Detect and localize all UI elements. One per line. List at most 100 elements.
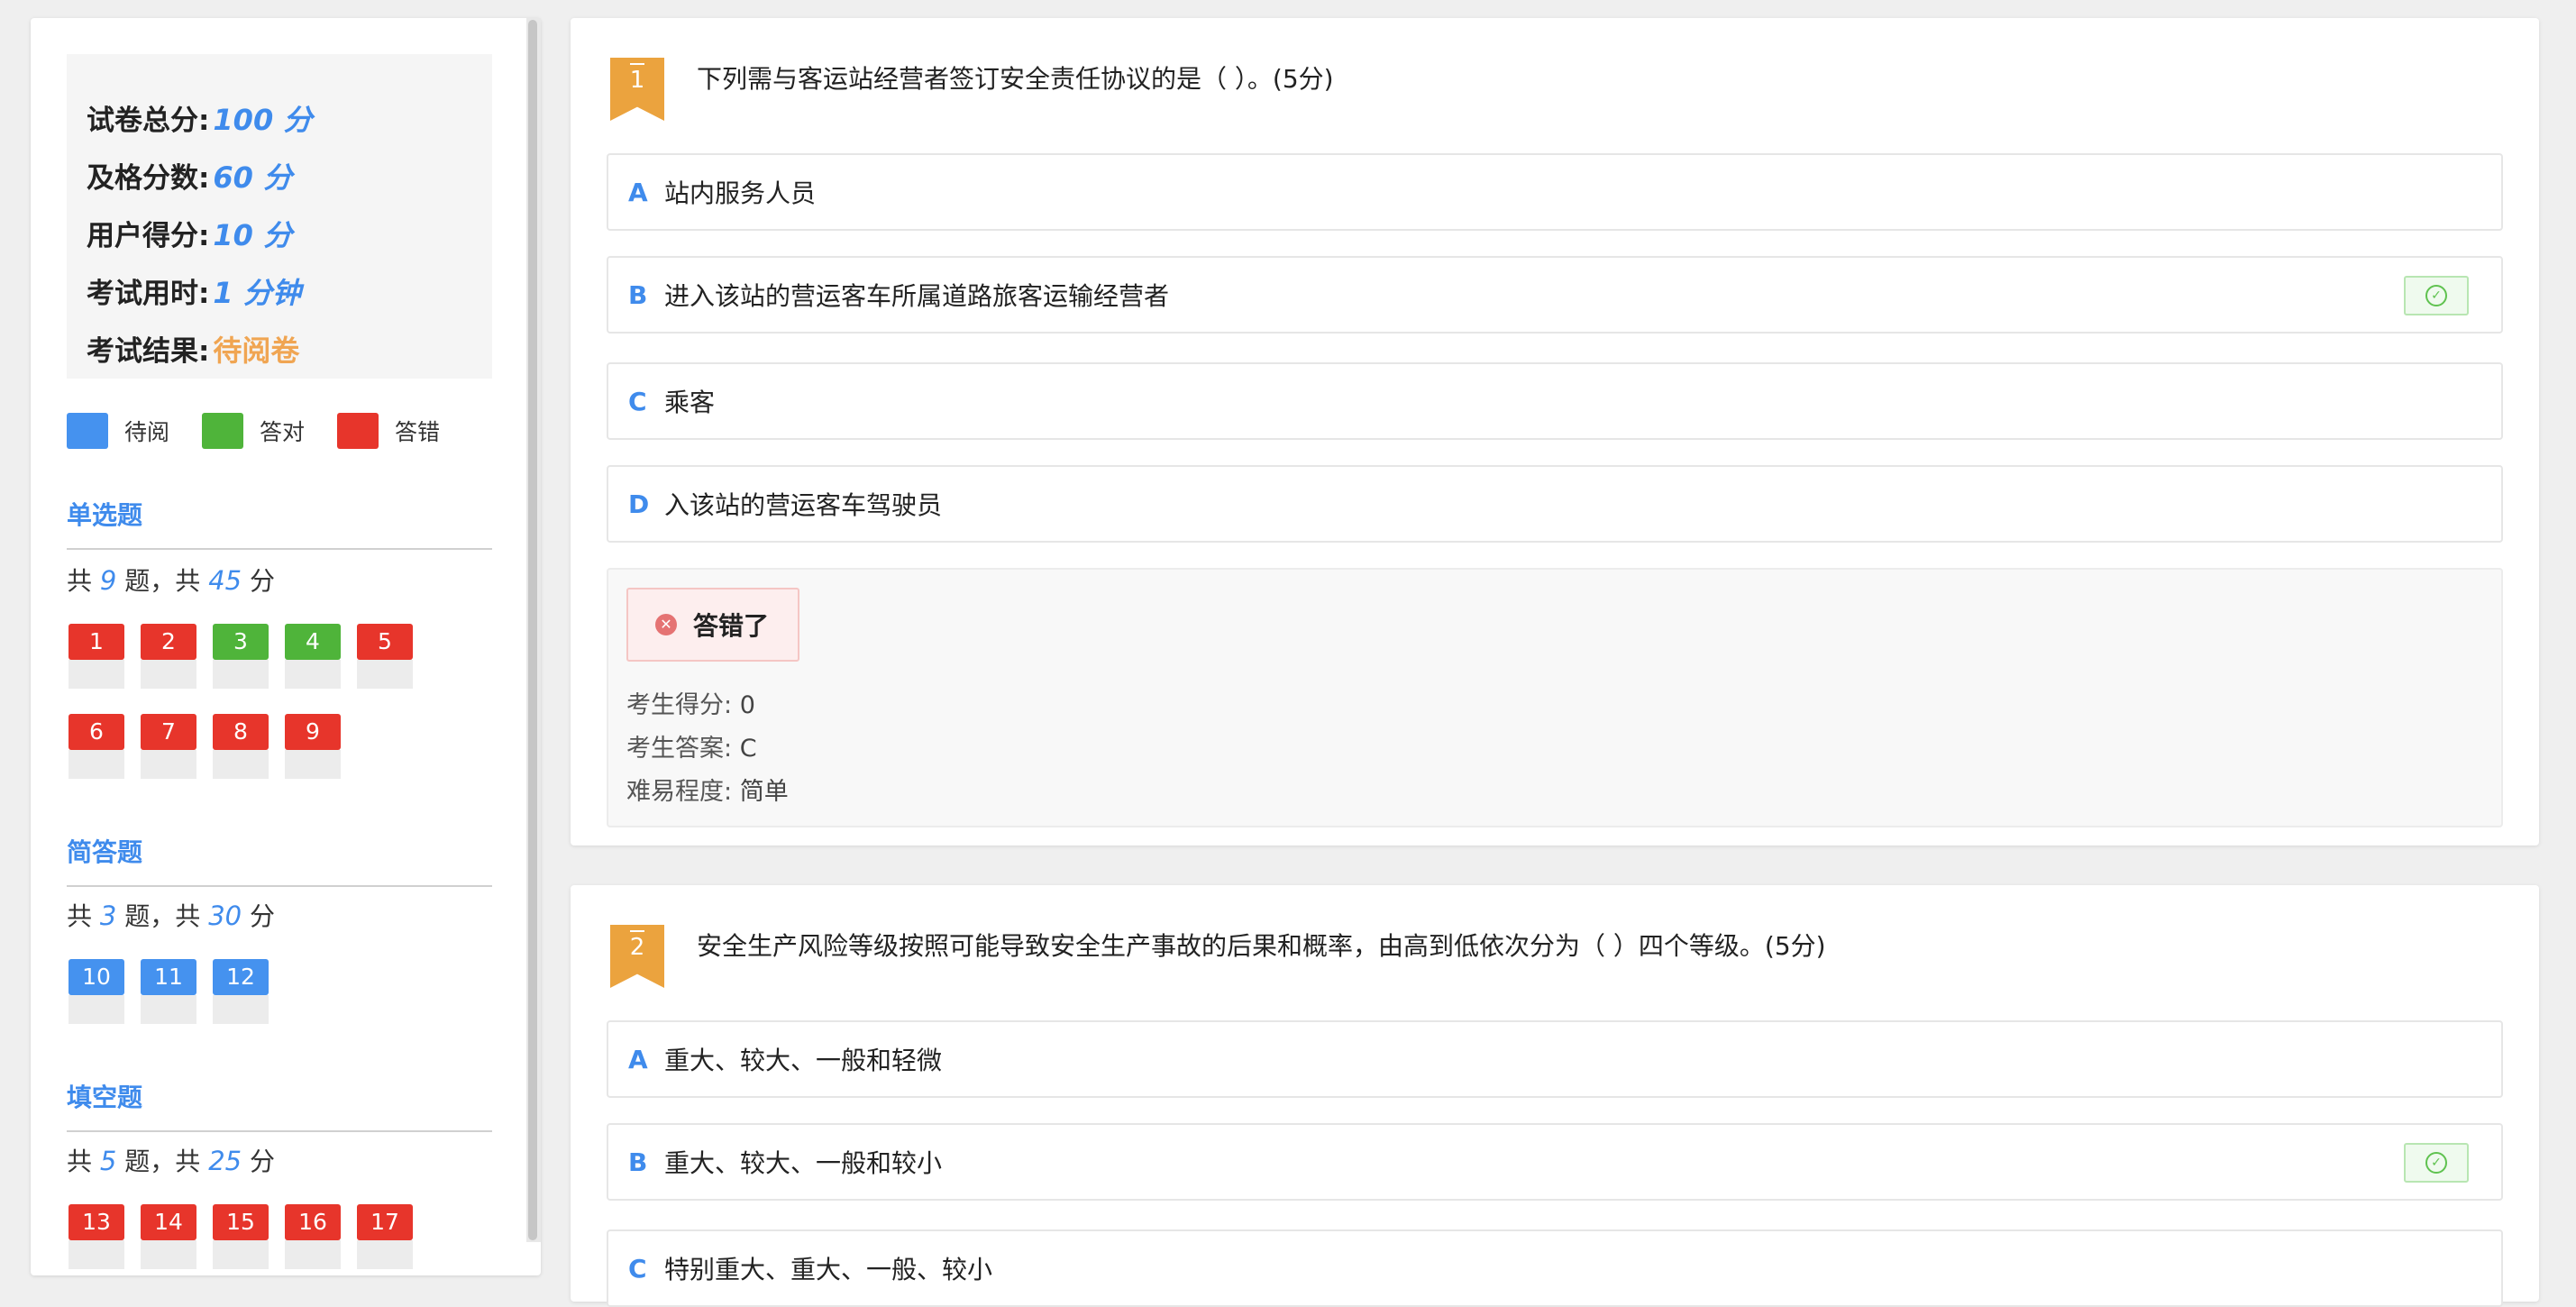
question-nav-number: 12: [213, 959, 269, 995]
check-circle-icon: ✓: [2425, 1152, 2447, 1174]
question-nav-button[interactable]: 12: [213, 959, 269, 1024]
option-letter: C: [628, 386, 647, 416]
question-nav-shadow: [357, 1240, 413, 1269]
question-nav-number: 6: [69, 714, 124, 750]
option-letter: A: [628, 1044, 648, 1074]
question-nav-button[interactable]: 3: [213, 624, 269, 689]
question-nav-button[interactable]: 6: [69, 714, 124, 779]
option-a[interactable]: A 重大、较大、一般和轻微: [607, 1020, 2503, 1098]
badge-line: [630, 63, 644, 65]
question-nav-number: 7: [141, 714, 196, 750]
option-b[interactable]: B 重大、较大、一般和较小 ✓: [607, 1123, 2503, 1201]
question-nav-button[interactable]: 2: [141, 624, 196, 689]
wrong-answer-text: 答错了: [693, 611, 770, 641]
question-nav-button[interactable]: 4: [285, 624, 341, 689]
section-title-short-answer: 简答题: [67, 833, 492, 887]
exam-result-value: 待阅卷: [213, 334, 300, 368]
question-nav-button[interactable]: 16: [285, 1204, 341, 1269]
question-nav-shadow: [213, 750, 269, 779]
sidebar-scrollbar[interactable]: [526, 18, 541, 1242]
correct-answer-mark: ✓: [2404, 276, 2469, 315]
question-card-2: 2 安全生产风险等级按照可能导致安全生产事故的后果和概率，由高到低依次分为（ ）…: [571, 885, 2539, 1307]
question-nav-button[interactable]: 9: [285, 714, 341, 779]
question-nav-button[interactable]: 5: [357, 624, 413, 689]
option-b[interactable]: B 进入该站的营运客车所属道路旅客运输经营者 ✓: [607, 256, 2503, 334]
total-score-row: 试卷总分: 100 分: [87, 97, 312, 141]
pass-score-value: 60 分: [213, 160, 293, 195]
question-count: 3: [99, 900, 117, 931]
question-nav-button[interactable]: 1: [69, 624, 124, 689]
option-letter: B: [628, 279, 648, 310]
question-nav-number: 3: [213, 624, 269, 660]
exam-time-row: 考试用时: 1 分钟: [87, 270, 301, 314]
question-nav-number: 9: [285, 714, 341, 750]
stat-prefix: 共: [67, 566, 93, 596]
question-nav-shadow: [213, 1240, 269, 1269]
question-text: 下列需与客运站经营者签订安全责任协议的是（ ）。(5分): [697, 64, 1334, 94]
candidate-answer-value: C: [739, 735, 757, 763]
stat-suffix: 分: [250, 566, 276, 596]
question-nav-shadow: [69, 660, 124, 689]
option-letter: A: [628, 177, 648, 207]
question-nav-shadow: [141, 750, 196, 779]
question-nav-number: 14: [141, 1204, 196, 1240]
option-text: 进入该站的营运客车所属道路旅客运输经营者: [664, 281, 1170, 311]
badge-line: [630, 930, 644, 932]
question-nav-number: 2: [141, 624, 196, 660]
score-summary-panel: 试卷总分: 100 分 及格分数: 60 分 用户得分: 10 分 考试用时: …: [67, 54, 492, 379]
question-number-badge: 1: [610, 58, 664, 121]
question-nav-shadow: [69, 1240, 124, 1269]
legend-label: 答错: [395, 419, 441, 445]
option-a[interactable]: A 站内服务人员: [607, 153, 2503, 231]
legend-correct: 答对: [202, 413, 305, 449]
question-nav-number: 17: [357, 1204, 413, 1240]
exam-result-label: 考试结果:: [87, 335, 210, 368]
question-nav-shadow: [285, 660, 341, 689]
section-score: 45: [208, 565, 242, 596]
stat-mid: 题，共: [124, 566, 201, 596]
option-text: 站内服务人员: [664, 178, 817, 208]
scrollbar-thumb[interactable]: [528, 20, 537, 1240]
section-score: 30: [208, 900, 242, 931]
section-stat: 共 5 题，共 25 分: [67, 1142, 275, 1178]
question-nav-button[interactable]: 10: [69, 959, 124, 1024]
question-nav-number: 1: [69, 624, 124, 660]
question-nav-button[interactable]: 15: [213, 1204, 269, 1269]
stat-prefix: 共: [67, 901, 93, 931]
stat-suffix: 分: [250, 1147, 276, 1176]
question-count: 5: [99, 1146, 117, 1176]
option-text: 重大、较大、一般和较小: [664, 1148, 943, 1178]
question-nav-shadow: [213, 660, 269, 689]
answer-result-panel: ✕ 答错了 考生得分: 0 考生答案: C 难易程度: 简单: [607, 568, 2503, 827]
legend-pending: 待阅: [67, 413, 169, 449]
option-c[interactable]: C 乘客: [607, 362, 2503, 440]
question-nav-button[interactable]: 13: [69, 1204, 124, 1269]
exam-time-value: 1 分钟: [213, 276, 301, 310]
candidate-score-label: 考生得分:: [626, 691, 733, 719]
question-count: 9: [99, 565, 117, 596]
option-letter: D: [628, 489, 650, 519]
option-letter: C: [628, 1253, 647, 1284]
user-score-row: 用户得分: 10 分: [87, 213, 292, 256]
question-nav-shadow: [357, 660, 413, 689]
question-nav-button[interactable]: 8: [213, 714, 269, 779]
section-stat: 共 3 题，共 30 分: [67, 897, 275, 933]
option-d[interactable]: D 入该站的营运客车驾驶员: [607, 465, 2503, 543]
legend-swatch-red: [337, 413, 379, 449]
option-c[interactable]: C 特别重大、重大、一般、较小: [607, 1229, 2503, 1307]
pass-score-row: 及格分数: 60 分: [87, 155, 292, 198]
stat-suffix: 分: [250, 901, 276, 931]
option-letter: B: [628, 1147, 648, 1177]
option-text: 重大、较大、一般和轻微: [664, 1046, 943, 1075]
question-nav-shadow: [69, 995, 124, 1024]
legend-wrong: 答错: [337, 413, 440, 449]
option-text: 乘客: [664, 388, 716, 417]
option-text: 特别重大、重大、一般、较小: [664, 1255, 993, 1284]
question-nav-button[interactable]: 14: [141, 1204, 196, 1269]
question-nav-button[interactable]: 17: [357, 1204, 413, 1269]
question-nav-button[interactable]: 11: [141, 959, 196, 1024]
question-nav-button[interactable]: 7: [141, 714, 196, 779]
candidate-score-value: 0: [739, 691, 755, 719]
question-nav-shadow: [213, 995, 269, 1024]
question-nav-shadow: [285, 1240, 341, 1269]
